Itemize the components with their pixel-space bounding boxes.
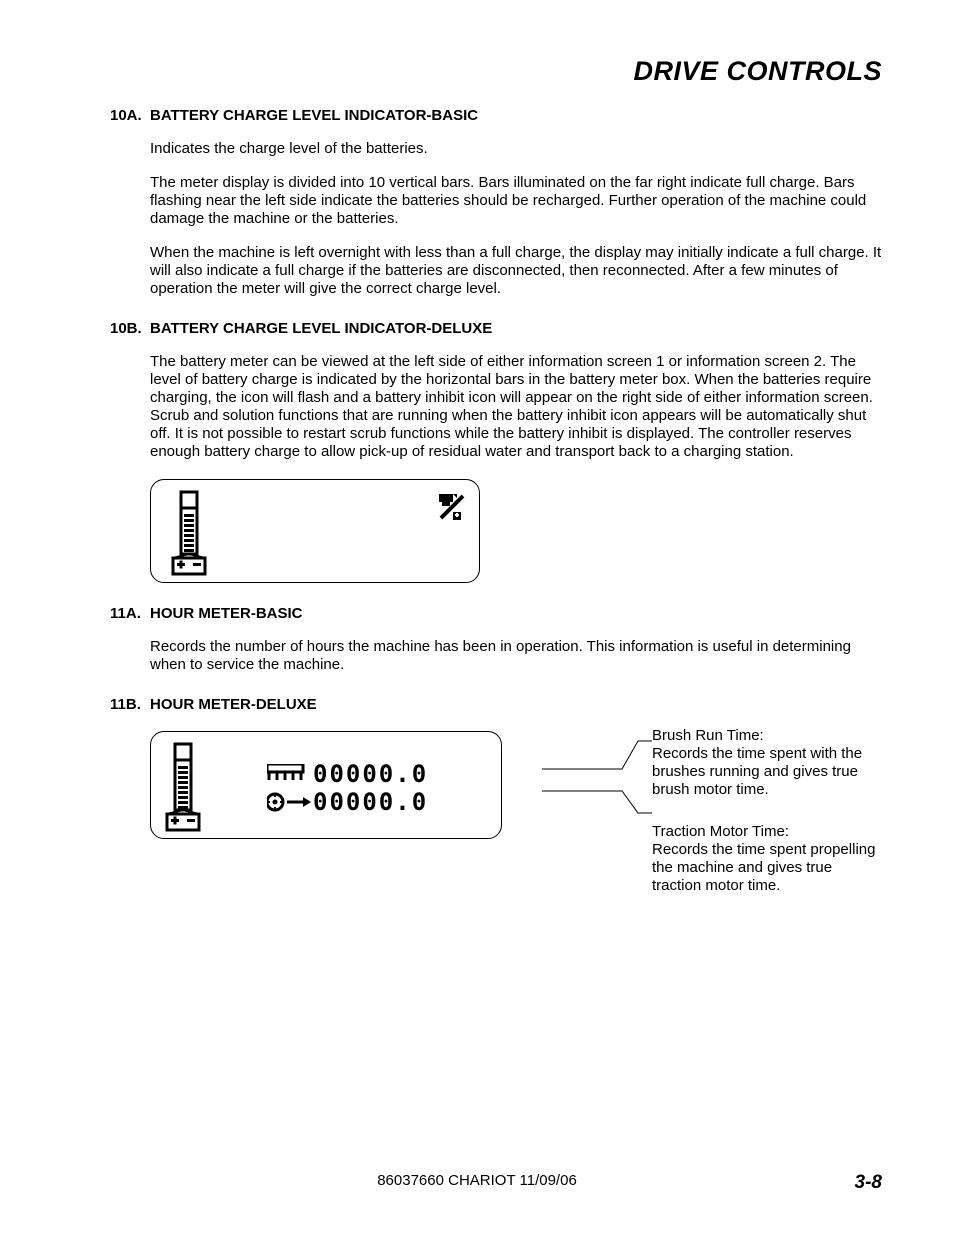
- footer-center-text: 86037660 CHARIOT 11/09/06: [0, 1172, 954, 1189]
- lcd-screen-figure: [150, 479, 480, 583]
- section-title: BATTERY CHARGE LEVEL INDICATOR-BASIC: [150, 107, 478, 124]
- hour-meter-readout: 00000.0 00000.0: [267, 764, 477, 818]
- paragraph: Records the number of hours the machine …: [150, 638, 882, 674]
- battery-inhibit-icon: [437, 492, 467, 527]
- traction-motor-time-callout: Traction Motor Time: Records the time sp…: [652, 823, 882, 895]
- callout-desc: Records the time spent propelling the ma…: [652, 841, 875, 894]
- brush-run-time-value: 00000.0: [313, 764, 428, 788]
- paragraph: Indicates the charge level of the batter…: [150, 140, 882, 158]
- battery-meter-icon: [171, 490, 207, 583]
- paragraph: When the machine is left overnight with …: [150, 244, 882, 298]
- hour-meter-figure-row: 00000.0 00000.0: [110, 727, 882, 919]
- footer-page-number: 3-8: [855, 1172, 882, 1194]
- brush-run-time-callout: Brush Run Time: Records the time spent w…: [652, 727, 882, 799]
- page-title: DRIVE CONTROLS: [110, 56, 882, 87]
- paragraph: The battery meter can be viewed at the l…: [150, 353, 882, 461]
- callout-desc: Records the time spent with the brushes …: [652, 745, 862, 798]
- section-10a-heading: 10A. BATTERY CHARGE LEVEL INDICATOR-BASI…: [110, 107, 882, 124]
- callout-column: Brush Run Time: Records the time spent w…: [652, 727, 882, 919]
- callout-label: Traction Motor Time:: [652, 823, 789, 840]
- traction-motor-time-value: 00000.0: [313, 788, 428, 814]
- section-10b-heading: 10B. BATTERY CHARGE LEVEL INDICATOR-DELU…: [110, 320, 882, 337]
- section-number: 10B.: [110, 320, 150, 337]
- battery-meter-icon: [165, 742, 201, 839]
- section-11b-heading: 11B. HOUR METER-DELUXE: [110, 696, 882, 713]
- page-footer: 86037660 CHARIOT 11/09/06 3-8: [0, 1172, 954, 1189]
- section-number: 11B.: [110, 696, 150, 713]
- callout-label: Brush Run Time:: [652, 727, 764, 744]
- section-number: 11A.: [110, 605, 150, 622]
- section-title: HOUR METER-DELUXE: [150, 696, 317, 713]
- section-title: HOUR METER-BASIC: [150, 605, 303, 622]
- section-11a-heading: 11A. HOUR METER-BASIC: [110, 605, 882, 622]
- lcd-screen-figure: 00000.0 00000.0: [150, 731, 502, 839]
- callout-connector-lines: [502, 727, 652, 847]
- document-page: DRIVE CONTROLS 10A. BATTERY CHARGE LEVEL…: [0, 0, 954, 919]
- paragraph: The meter display is divided into 10 ver…: [150, 174, 882, 228]
- section-title: BATTERY CHARGE LEVEL INDICATOR-DELUXE: [150, 320, 492, 337]
- section-number: 10A.: [110, 107, 150, 124]
